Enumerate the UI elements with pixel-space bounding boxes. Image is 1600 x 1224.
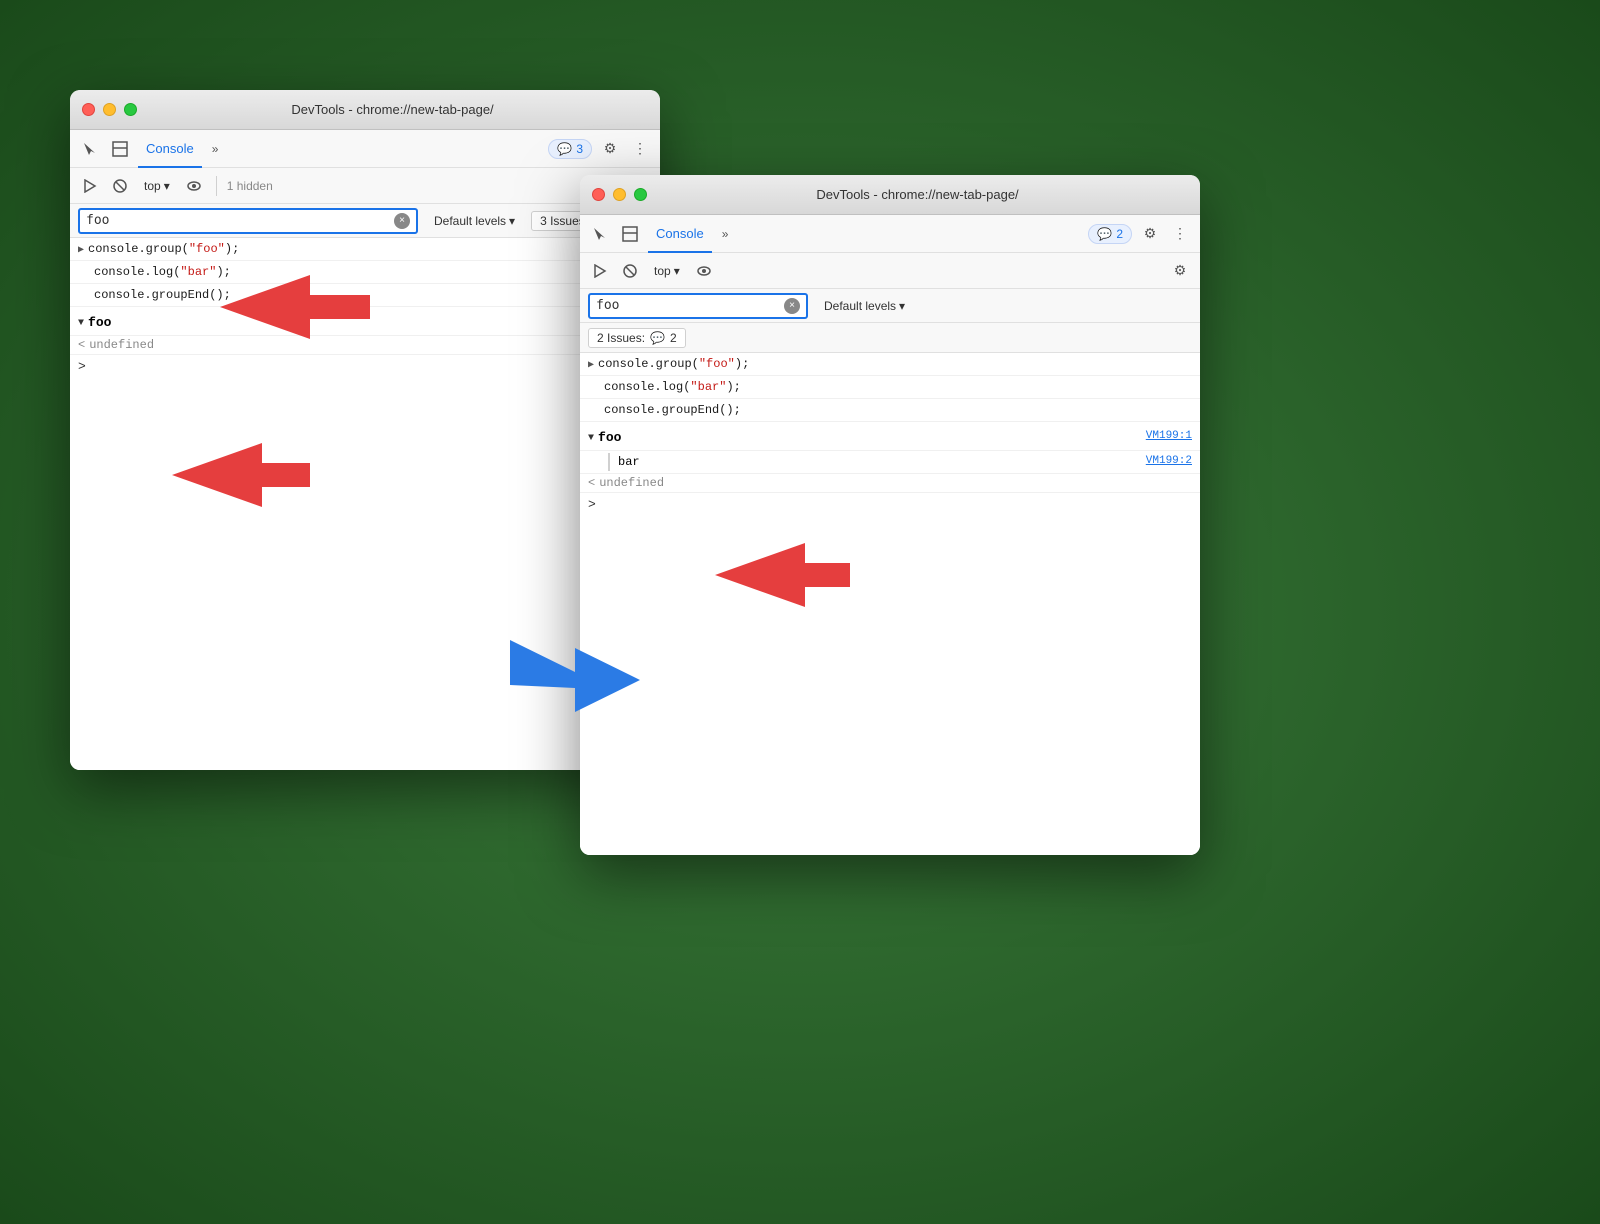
cursor-icon-right[interactable] xyxy=(588,222,612,246)
prompt-symbol-left: > xyxy=(78,359,86,374)
issues-badge-right[interactable]: 2 Issues: 💬 2 xyxy=(588,328,686,348)
console-tab-left[interactable]: Console xyxy=(138,130,202,168)
settings-icon-right[interactable]: ⚙ xyxy=(1138,222,1162,246)
console-tab-right[interactable]: Console xyxy=(648,215,712,253)
more-menu-right[interactable]: ⋮ xyxy=(1168,222,1192,246)
traffic-lights-right xyxy=(592,188,647,201)
maximize-button-left[interactable] xyxy=(124,103,137,116)
bar-line-right: bar VM199:2 xyxy=(580,451,1200,474)
run-icon-left[interactable] xyxy=(78,174,102,198)
chat-icon-right: 💬 xyxy=(1097,227,1112,241)
console-line-group-left: ▶ console.group("foo"); xyxy=(70,238,660,261)
prompt-line-left[interactable]: > xyxy=(70,354,660,378)
filter-input-left[interactable]: × xyxy=(78,208,418,234)
panel-icon-right[interactable] xyxy=(618,222,642,246)
triangle-right-left[interactable]: ▶ xyxy=(78,243,84,258)
bar-text-right: bar xyxy=(608,453,640,471)
console-content-left: ▶ console.group("foo"); console.log("bar… xyxy=(70,238,660,770)
filter-row-left: × Default levels ▾ 3 Issues: 💬 3 xyxy=(70,204,660,238)
divider-left xyxy=(216,176,217,196)
eye-icon-left[interactable] xyxy=(182,174,206,198)
filter-row-right: × Default levels ▾ xyxy=(580,289,1200,323)
issues-chat-icon-right: 💬 xyxy=(650,331,665,345)
undefined-line-left: < undefined xyxy=(70,336,660,354)
eye-icon-right[interactable] xyxy=(692,259,716,283)
triangle-down-left[interactable]: ▼ xyxy=(78,316,84,331)
default-levels-left[interactable]: Default levels ▾ xyxy=(426,211,523,231)
messages-badge-right[interactable]: 💬 2 xyxy=(1088,224,1132,244)
hidden-count-left: 1 hidden xyxy=(227,179,273,193)
minimize-button-left[interactable] xyxy=(103,103,116,116)
run-icon-right[interactable] xyxy=(588,259,612,283)
filter-input-right[interactable]: × xyxy=(588,293,808,319)
gear-icon-right[interactable]: ⚙ xyxy=(1168,259,1192,283)
messages-badge-left[interactable]: 💬 3 xyxy=(548,139,592,159)
title-bar-left: DevTools - chrome://new-tab-page/ xyxy=(70,90,660,130)
devtools-window-right: DevTools - chrome://new-tab-page/ Consol… xyxy=(580,175,1200,855)
foo-label-left: foo xyxy=(88,313,111,333)
undefined-line-right: < undefined xyxy=(580,474,1200,492)
triangle-right-right[interactable]: ▶ xyxy=(588,358,594,373)
chat-icon-left: 💬 xyxy=(557,142,572,156)
foo-group-left[interactable]: ▼ foo VM111 xyxy=(70,311,660,336)
top-dropdown-left[interactable]: top ▾ xyxy=(138,176,176,196)
devtools-window-left: DevTools - chrome://new-tab-page/ Consol… xyxy=(70,90,660,770)
ban-icon-right[interactable] xyxy=(618,259,642,283)
console-line-group-right: ▶ console.group("foo"); xyxy=(580,353,1200,376)
filter-text-left[interactable] xyxy=(86,213,388,228)
triangle-down-right[interactable]: ▼ xyxy=(588,431,594,446)
issues-row-right: 2 Issues: 💬 2 xyxy=(580,323,1200,353)
foo-group-right[interactable]: ▼ foo VM199:1 xyxy=(580,426,1200,451)
vm-ref2-right[interactable]: VM199:2 xyxy=(1146,453,1192,470)
cursor-icon-left[interactable] xyxy=(78,137,102,161)
default-levels-right[interactable]: Default levels ▾ xyxy=(816,296,913,316)
toolbar-row2-left: top ▾ 1 hidden xyxy=(70,168,660,204)
minimize-button-right[interactable] xyxy=(613,188,626,201)
console-line-groupend-right: console.groupEnd(); xyxy=(580,399,1200,422)
toolbar-row1-right: Console » 💬 2 ⚙ ⋮ xyxy=(580,215,1200,253)
clear-filter-right[interactable]: × xyxy=(784,298,800,314)
console-line-log-left: console.log("bar"); xyxy=(70,261,660,284)
console-content-right: ▶ console.group("foo"); console.log("bar… xyxy=(580,353,1200,855)
panel-icon-left[interactable] xyxy=(108,137,132,161)
top-dropdown-right[interactable]: top ▾ xyxy=(648,261,686,281)
traffic-lights-left xyxy=(82,103,137,116)
clear-filter-left[interactable]: × xyxy=(394,213,410,229)
more-menu-left[interactable]: ⋮ xyxy=(628,137,652,161)
filter-text-right[interactable] xyxy=(596,298,778,313)
ban-icon-left[interactable] xyxy=(108,174,132,198)
settings-icon-left[interactable]: ⚙ xyxy=(598,137,622,161)
window-title-right: DevTools - chrome://new-tab-page/ xyxy=(647,187,1188,202)
console-line-log-right: console.log("bar"); xyxy=(580,376,1200,399)
toolbar-row2-right: top ▾ ⚙ xyxy=(580,253,1200,289)
title-bar-right: DevTools - chrome://new-tab-page/ xyxy=(580,175,1200,215)
toolbar-row1-left: Console » 💬 3 ⚙ ⋮ xyxy=(70,130,660,168)
prompt-symbol-right: > xyxy=(588,497,596,512)
foo-label-right: foo xyxy=(598,428,621,448)
vm-ref1-right[interactable]: VM199:1 xyxy=(1146,428,1192,445)
more-tabs-right[interactable]: » xyxy=(718,227,733,241)
console-line-groupend-left: console.groupEnd(); xyxy=(70,284,660,307)
close-button-left[interactable] xyxy=(82,103,95,116)
devtools-body-left: Console » 💬 3 ⚙ ⋮ top ▾ xyxy=(70,130,660,770)
maximize-button-right[interactable] xyxy=(634,188,647,201)
close-button-right[interactable] xyxy=(592,188,605,201)
window-title-left: DevTools - chrome://new-tab-page/ xyxy=(137,102,648,117)
more-tabs-left[interactable]: » xyxy=(208,142,223,156)
devtools-body-right: Console » 💬 2 ⚙ ⋮ top ▾ xyxy=(580,215,1200,855)
prompt-line-right[interactable]: > xyxy=(580,492,1200,516)
